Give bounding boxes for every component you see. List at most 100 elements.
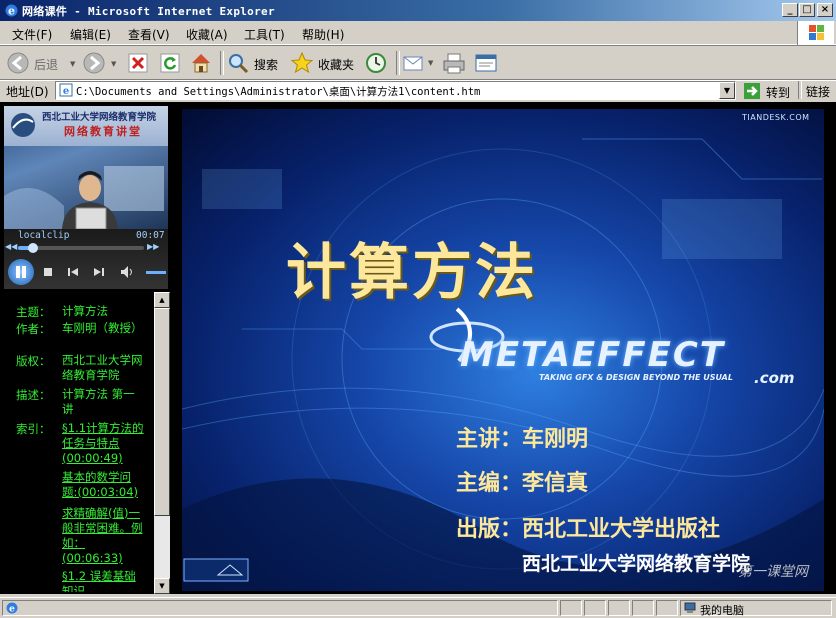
back-button[interactable]: 后退 — [6, 50, 68, 76]
zone-label: 我的电脑 — [700, 604, 744, 617]
fast-forward-icon[interactable]: ▶▶ — [147, 242, 159, 251]
editor-credit: 主编：李信真 — [456, 471, 589, 496]
print-button[interactable] — [442, 50, 468, 76]
index-link[interactable]: §1.2 误差基础知识 — [62, 569, 144, 592]
history-button[interactable] — [364, 50, 390, 76]
forward-dropdown-icon[interactable]: ▼ — [111, 60, 116, 68]
stop-playback-icon[interactable] — [42, 266, 54, 278]
index-link[interactable]: §1.1计算方法的任务与特点(00:00:49) — [62, 421, 144, 466]
forward-arrow-icon — [83, 52, 105, 74]
info-scrollbar[interactable]: ▲ ▼ — [154, 292, 170, 594]
links-button[interactable]: 链接 — [806, 83, 830, 100]
clip-time: 00:07 — [136, 230, 165, 241]
lesson-info-panel: 主题： 计算方法 作者： 车刚明（教授） 版权： 西北工业大学网络教育学院 描述… — [4, 292, 154, 592]
info-key: 索引： — [16, 422, 51, 436]
toolbar-separator — [396, 51, 400, 75]
menu-help[interactable]: 帮助(H) — [302, 26, 344, 43]
video-banner: 西北工业大学网络教育学院 网络教育讲堂 — [4, 106, 168, 146]
minimize-button[interactable]: _ — [782, 3, 798, 17]
scroll-thumb[interactable] — [154, 308, 170, 516]
edit-button[interactable] — [474, 50, 500, 76]
status-cell — [560, 600, 582, 616]
info-value: 计算方法 第一讲 — [62, 387, 135, 416]
window-title: 网络课件 - Microsoft Internet Explorer — [22, 5, 275, 18]
refresh-button[interactable] — [159, 50, 183, 76]
svg-text:e: e — [8, 5, 15, 18]
mail-button[interactable]: ▼ — [402, 50, 436, 76]
toolbar-separator — [220, 51, 224, 75]
address-label: 地址(D) — [6, 85, 49, 99]
brand-domain: .com — [754, 369, 795, 387]
status-cell — [584, 600, 606, 616]
clip-name: localclip — [18, 230, 70, 241]
back-arrow-icon — [7, 52, 29, 74]
toolbar: 后退 ▼ ▼ 搜索 收藏夹 ▼ — [0, 45, 836, 81]
go-button[interactable]: 转到 — [741, 81, 795, 100]
next-track-icon[interactable] — [92, 266, 106, 278]
menu-favorites[interactable]: 收藏(A) — [186, 26, 228, 43]
status-zone: 我的电脑 — [680, 600, 832, 617]
ie-window: e 网络课件 - Microsoft Internet Explorer _ □… — [0, 0, 836, 617]
back-dropdown-icon[interactable]: ▼ — [70, 60, 75, 68]
seek-thumb[interactable] — [28, 243, 39, 253]
page-icon: e — [59, 83, 73, 97]
seek-bar[interactable] — [18, 243, 144, 253]
status-cell — [608, 600, 630, 616]
address-dropdown-icon[interactable]: ▼ — [719, 82, 735, 99]
back-label: 后退 — [34, 58, 59, 72]
previous-track-icon[interactable] — [66, 266, 80, 278]
scroll-down-icon[interactable]: ▼ — [154, 578, 170, 594]
page-content: 西北工业大学网络教育学院 网络教育讲堂 localclip 00:07 ◀◀ ▶… — [0, 102, 836, 594]
edit-page-icon — [475, 54, 497, 72]
media-player-controls: localclip 00:07 ◀◀ ▶▶ — [4, 229, 168, 289]
stop-button[interactable] — [127, 50, 151, 76]
printer-icon — [443, 53, 465, 74]
search-icon — [229, 54, 249, 74]
video-frame[interactable]: 西北工业大学网络教育学院 网络教育讲堂 — [4, 106, 168, 229]
search-button[interactable]: 搜索 — [226, 50, 282, 76]
ie-page-icon: e — [6, 602, 18, 615]
pause-button[interactable] — [8, 259, 34, 285]
menu-bar: 文件(F) 编辑(E) 查看(V) 收藏(A) 工具(T) 帮助(H) — [0, 22, 836, 45]
windows-logo-icon — [797, 21, 834, 45]
address-field[interactable]: e C:\Documents and Settings\Administrato… — [55, 81, 736, 100]
info-key: 版权： — [16, 354, 51, 368]
info-value: 西北工业大学网络教育学院 — [62, 353, 143, 382]
lecturer-credit: 主讲：车刚明 — [456, 427, 589, 452]
volume-icon[interactable] — [120, 265, 136, 279]
ie-logo-icon: e — [5, 4, 18, 18]
index-link[interactable]: 基本的数学问题:(00:03:04) — [62, 470, 144, 500]
favorites-button[interactable]: 收藏夹 — [290, 50, 358, 76]
volume-slider[interactable] — [146, 271, 166, 274]
home-button[interactable] — [189, 50, 215, 76]
status-cell — [632, 600, 654, 616]
watermark-stamp: 第一课堂网 — [738, 564, 808, 580]
scroll-up-icon[interactable]: ▲ — [154, 292, 170, 308]
go-arrow-icon — [744, 83, 760, 99]
presenter-video — [4, 166, 164, 229]
maximize-button[interactable]: □ — [799, 3, 815, 17]
title-bar: e 网络课件 - Microsoft Internet Explorer _ □… — [0, 0, 836, 21]
publisher-credit: 出版：西北工业大学出版社 — [456, 517, 721, 542]
menu-tools[interactable]: 工具(T) — [244, 26, 285, 43]
menu-file[interactable]: 文件(F) — [12, 26, 52, 43]
menu-edit[interactable]: 编辑(E) — [70, 26, 111, 43]
info-key: 描述： — [16, 388, 51, 402]
status-cell — [656, 600, 678, 616]
pause-icon — [16, 266, 26, 278]
close-button[interactable]: × — [817, 3, 833, 17]
course-title: 计算方法 — [286, 238, 538, 308]
school-name: 西北工业大学网络教育学院 — [522, 553, 751, 575]
svg-text:e: e — [63, 86, 69, 97]
video-banner-title: 西北工业大学网络教育学院 — [42, 112, 157, 123]
star-icon — [290, 51, 314, 74]
course-title-slide: TIANDESK.COM 计算方法 METAEFFECT TAKING GFX … — [182, 109, 824, 591]
address-separator — [798, 81, 802, 99]
menu-view[interactable]: 查看(V) — [128, 26, 170, 43]
brand-tagline: TAKING GFX & DESIGN BEYOND THE USUAL — [539, 373, 733, 382]
info-value: 计算方法 — [62, 304, 108, 318]
address-url: C:\Documents and Settings\Administrator\… — [76, 86, 481, 98]
info-key: 主题： — [16, 305, 51, 319]
rewind-icon[interactable]: ◀◀ — [5, 242, 17, 251]
index-link[interactable]: 求精确解(值)一般非常困难。例如：(00:06:33) — [62, 506, 144, 566]
